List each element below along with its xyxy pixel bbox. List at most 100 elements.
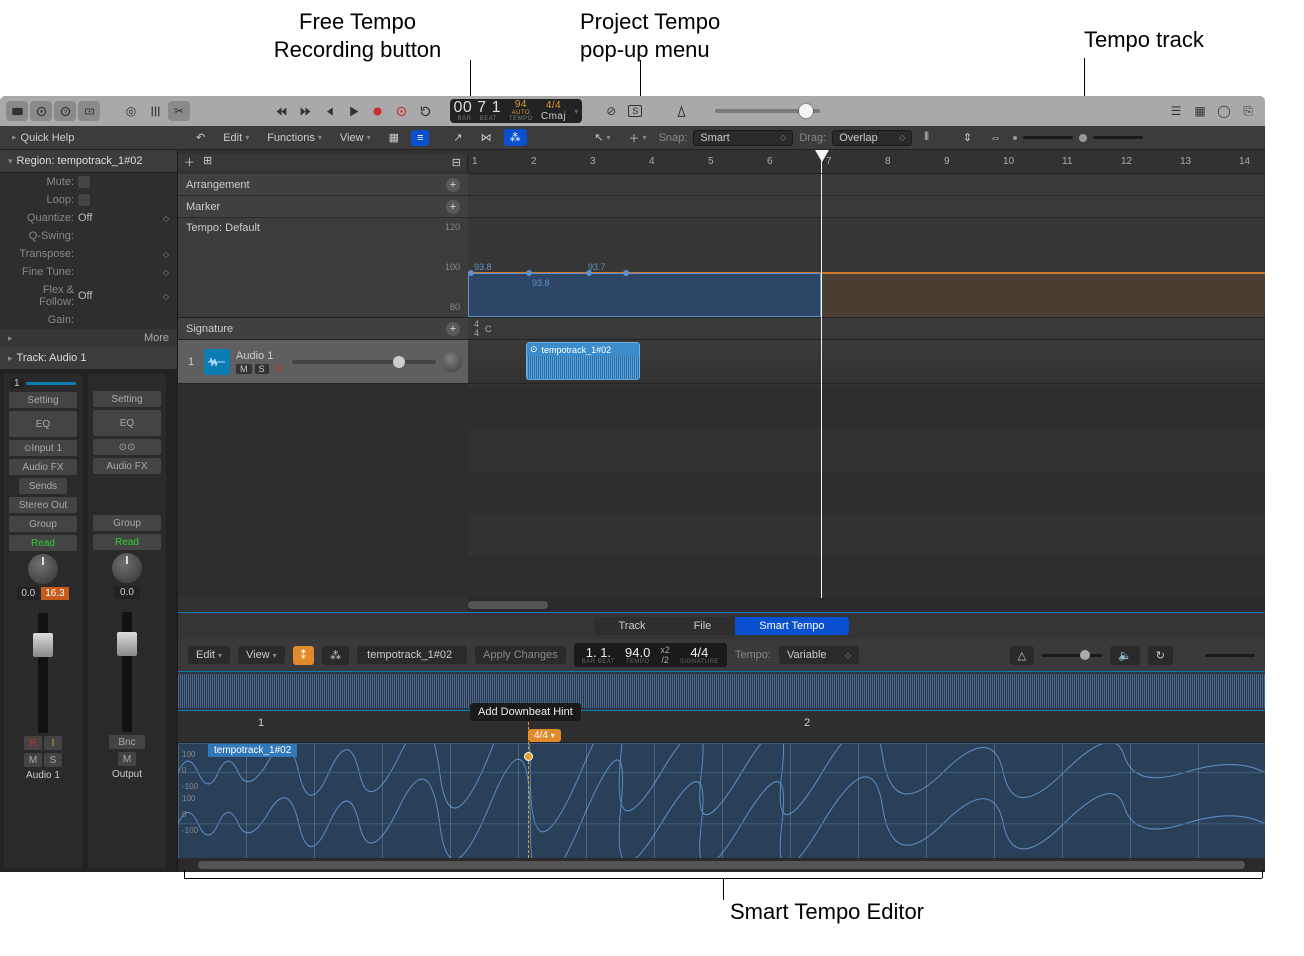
automation-icon[interactable]: ↗ [447,129,468,146]
editor-ruler[interactable]: 1 2 4/4 ▾ Add Downbeat Hint [178,711,1265,743]
record-button[interactable] [367,101,389,121]
setting-button[interactable]: Setting [9,392,77,408]
audio-region[interactable]: ⊙tempotrack_1#02 [526,342,640,380]
lcd-display[interactable]: 00 7 1BARBEAT 94AUTOTEMPO 4/4Cmaj ▾ [450,99,583,123]
mute-button[interactable]: M [118,752,136,766]
mute-button[interactable]: M [24,753,42,767]
add-track-icon[interactable]: ＋ [184,154,195,170]
sig-key[interactable]: C [485,324,492,334]
browser-icon[interactable]: ⎘ [1237,101,1259,121]
tab-track[interactable]: Track [594,617,669,635]
flex-value[interactable]: Off [78,290,163,302]
group-button[interactable]: Group [93,515,161,531]
track-pan-knob[interactable] [442,352,462,372]
add-arrangement-icon[interactable]: + [446,178,460,192]
free-tempo-record-button[interactable] [391,101,413,121]
show-hide-icon[interactable]: ⁂ [504,129,527,146]
automation-mode[interactable]: Read [93,534,161,550]
track-header-row[interactable]: ▸Track: Audio 1 [0,347,177,370]
replace-icon[interactable]: ⊘ [600,101,622,121]
apply-changes-button[interactable]: Apply Changes [475,646,566,664]
track-icon[interactable] [204,349,230,375]
editor-slider[interactable] [1042,654,1102,657]
more-label[interactable]: More [144,332,169,344]
metronome-icon[interactable] [670,101,692,121]
project-tempo-menu[interactable]: 94AUTOTEMPO [509,100,533,122]
lcd-position[interactable]: 00 7 1 [454,100,501,116]
mixer-icon[interactable] [144,101,166,121]
mute-checkbox[interactable] [78,176,90,188]
editor-edit-menu[interactable]: Edit▾ [188,646,230,664]
input-monitor[interactable]: I [44,736,62,750]
output-button[interactable]: Stereo Out [9,497,77,513]
back-icon[interactable]: ↶ [190,129,211,146]
add-signature-icon[interactable]: + [446,322,460,336]
loops-icon[interactable]: ◯ [1213,101,1235,121]
pan-knob[interactable] [28,554,58,584]
inspector-icon[interactable] [30,101,52,121]
pencil-tool[interactable]: ＋▾ [623,128,653,148]
scissors-icon[interactable]: ✂ [168,101,190,121]
lcd-signature[interactable]: 4/4 [546,101,561,111]
toolbar-icon[interactable]: + [78,101,100,121]
solo-icon[interactable]: S [624,101,646,121]
region-header[interactable]: ▾ Region: tempotrack_1#02 [0,150,177,173]
speaker-icon[interactable]: 🔈 [1110,646,1140,665]
input-button[interactable]: ⊙ Input 1 [9,440,77,456]
add-marker-icon[interactable]: + [446,200,460,214]
signature-badge[interactable]: 4/4 ▾ [528,729,561,742]
setting-button[interactable]: Setting [93,391,161,407]
cells-icon[interactable]: ≡ [411,130,429,146]
fader[interactable] [38,613,48,733]
functions-menu[interactable]: Functions▾ [261,130,328,146]
lcd-key[interactable]: Cmaj [541,111,566,122]
editor-region-name[interactable]: tempotrack_1#02 [357,646,467,664]
quantize-value[interactable]: Off [78,212,163,224]
audiofx-button[interactable]: Audio FX [9,459,77,475]
eq-button[interactable]: EQ [93,410,161,436]
vzoom-icon[interactable]: ⇕ [957,129,978,146]
eq-button[interactable]: EQ [9,411,77,437]
flex-icon[interactable]: ⋈ [475,129,498,146]
track-record[interactable]: R [272,364,287,374]
hzoom-icon[interactable]: ⇔ [984,130,1007,146]
global-tracks-icon[interactable]: ⊟ [452,156,461,169]
smart-controls-icon[interactable]: ◎ [120,101,142,121]
edit-menu[interactable]: Edit▾ [217,130,255,146]
stereo-icon[interactable]: ⊙⊙ [93,439,161,455]
master-volume-slider[interactable] [715,109,820,113]
track-solo[interactable]: S [255,364,269,374]
tempo-region[interactable] [468,273,821,317]
bounce-button[interactable]: Bnc [109,735,145,749]
editor-h-scrollbar[interactable] [178,858,1265,872]
sends-button[interactable]: Sends [19,478,67,494]
pointer-tool[interactable]: ↖▾ [588,129,616,146]
metronome-editor-icon[interactable]: △ [1010,646,1034,665]
sig-value[interactable]: 4 4 [474,320,479,336]
h-scrollbar[interactable] [468,598,1265,612]
tempo-header-label[interactable]: Tempo: Default [186,222,260,234]
group-button[interactable]: Group [9,516,77,532]
editor-zoom-slider[interactable] [1205,654,1255,657]
playhead[interactable] [821,150,822,173]
grid-icon[interactable]: ▦ [383,129,405,146]
fader[interactable] [122,612,132,732]
tempo-mode-select[interactable]: Variable◇ [779,646,859,664]
editor-lcd[interactable]: 1. 1.BAR BEAT 94.0TEMPO x2/2 4/4SIGNATUR… [574,643,727,667]
loop-checkbox[interactable] [78,194,90,206]
forward-button[interactable] [295,101,317,121]
rewind-button[interactable] [271,101,293,121]
play-button[interactable] [343,101,365,121]
pan-knob[interactable] [112,553,142,583]
view-menu[interactable]: View▾ [334,130,377,146]
duplicate-track-icon[interactable]: ⊞ [203,154,212,170]
audiofx-button[interactable]: Audio FX [93,458,161,474]
disclosure-icon[interactable]: ▸ [12,132,17,143]
waveform-zoom-icon[interactable]: ⫴ [918,129,935,146]
downbeat-marker[interactable] [528,712,529,858]
notepad-icon[interactable]: ▦ [1189,101,1211,121]
automation-mode[interactable]: Read [9,535,77,551]
editor-main-waveform[interactable]: tempotrack_1#02 100 0 [178,743,1265,858]
track-name[interactable]: Audio 1 [236,350,286,362]
editor-tool-b[interactable]: ⁂ [322,646,349,665]
